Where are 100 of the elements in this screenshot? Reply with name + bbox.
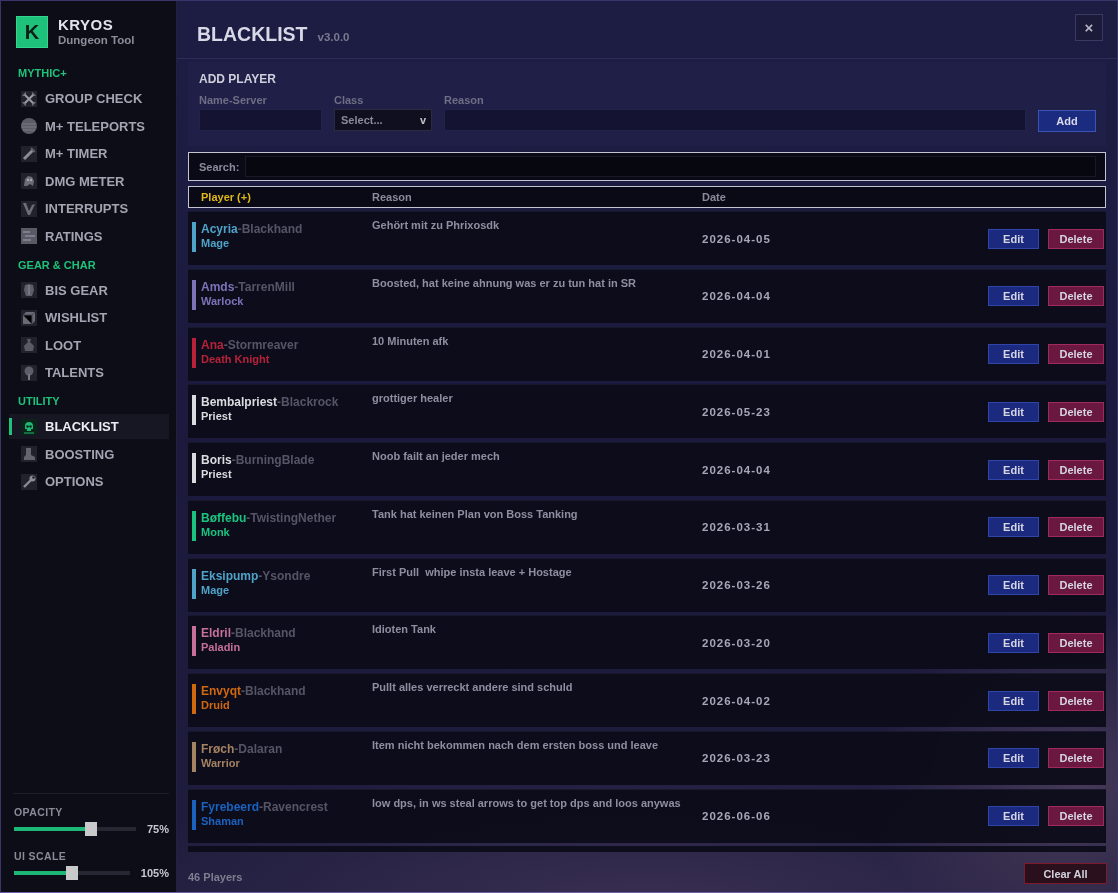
reason-text: Idioten Tank [372, 623, 437, 637]
boot-icon [21, 446, 37, 462]
edit-button[interactable]: Edit [988, 806, 1039, 826]
player-name: Acyria-Blackhand [201, 222, 304, 236]
player-count: 46 Players [188, 870, 243, 884]
field-label: Class [334, 93, 365, 107]
date-text: 2026-03-31 [702, 520, 772, 535]
edit-button[interactable]: Edit [988, 459, 1039, 480]
player-name: Amds-TarrenMill [201, 279, 296, 294]
edit-button[interactable]: Edit [988, 517, 1039, 538]
player-name: Boris-BurningBlade [201, 453, 316, 467]
date-text: 2026-04-02 [702, 693, 772, 708]
nav-item[interactable]: RATINGS [9, 223, 169, 249]
player-name: Envyqt-Blackhand [201, 684, 307, 698]
player-name: Bøffebu-TwistingNether [201, 510, 338, 525]
delete-button[interactable]: Delete [1048, 228, 1104, 249]
edit-button[interactable]: Edit [988, 632, 1039, 653]
edit-button[interactable]: Edit [988, 748, 1039, 769]
player-name: Eldril-Blackhand [201, 626, 297, 641]
skull-icon [21, 418, 37, 435]
slider-label: UI SCALE [14, 849, 68, 863]
delete-button[interactable]: Delete [1048, 344, 1104, 364]
column-header[interactable]: Reason [372, 191, 702, 203]
text-field[interactable] [199, 109, 322, 131]
edit-button[interactable]: Edit [988, 690, 1039, 711]
edit-button[interactable]: Edit [988, 344, 1039, 364]
chest-icon [21, 309, 37, 326]
player-class: Mage [201, 237, 231, 250]
nav-item[interactable]: M+ TIMER [9, 141, 169, 166]
delete-button[interactable]: Delete [1048, 401, 1104, 422]
date-text: 2026-04-04 [702, 462, 772, 477]
reason-text: Noob failt an jeder mech [372, 450, 501, 463]
player-class: Warlock [201, 294, 245, 308]
column-header[interactable]: Date [702, 191, 1105, 203]
sack-icon [21, 337, 37, 353]
nav-item[interactable]: BIS GEAR [9, 277, 169, 303]
edit-button[interactable]: Edit [988, 286, 1039, 307]
blade-icon [21, 145, 37, 162]
player-class: Paladin [201, 641, 242, 655]
delete-button[interactable]: Delete [1048, 748, 1104, 769]
nav-item[interactable]: M+ TELEPORTS [9, 113, 169, 139]
nav-item[interactable]: BOOSTING [9, 441, 169, 467]
page-title: BLACKLIST [197, 22, 308, 46]
reason-text: low dps, in ws steal arrows to get top dps and loos anywas [372, 796, 682, 810]
reason-text: First Pull whipe insta leave + Hostage [372, 565, 573, 579]
reason-text: Gehört mit zu Phrixosdk [372, 219, 501, 232]
date-text: 2026-04-04 [702, 289, 772, 304]
edit-button[interactable]: Edit [988, 228, 1039, 249]
delete-button[interactable]: Delete [1048, 575, 1104, 595]
clear-all-button[interactable]: Clear All [1024, 863, 1107, 884]
text-field[interactable] [444, 109, 1026, 131]
date-text: 2026-03-23 [702, 751, 772, 766]
player-class: Warrior [201, 756, 241, 770]
slider-label: OPACITY [14, 805, 64, 819]
player-name: Fyrebeerd-Ravencrest [201, 799, 329, 814]
edit-button[interactable]: Edit [988, 575, 1039, 595]
reason-text: Pullt alles verreckt andere sind schuld [372, 681, 574, 694]
player-class: Monk [201, 525, 231, 539]
field-label: Name-Server [199, 93, 268, 107]
delete-button[interactable]: Delete [1048, 690, 1104, 711]
player-class: Death Knight [201, 352, 271, 366]
date-text: 2026-04-01 [702, 347, 772, 361]
player-name: Ana-Stormreaver [201, 337, 300, 352]
caret-icon: v [419, 114, 426, 126]
nav-item[interactable]: DMG METER [9, 168, 169, 194]
add-button[interactable]: Add [1038, 110, 1096, 132]
nav-item[interactable]: OPTIONS [9, 469, 169, 494]
date-text: 2026-03-20 [702, 635, 772, 650]
delete-button[interactable]: Delete [1048, 286, 1104, 307]
app-subtitle: Dungeon Tool [58, 33, 135, 47]
slider-thumb[interactable] [84, 822, 97, 836]
close-button[interactable]: × [1075, 14, 1103, 41]
tree-icon [21, 364, 37, 381]
nav-item[interactable]: GROUP CHECK [9, 86, 169, 111]
nav-item[interactable]: LOOT [9, 332, 169, 358]
nav-item[interactable]: WISHLIST [9, 305, 169, 330]
section-heading: MYTHIC+ [18, 66, 68, 80]
player-name: Frøch-Dalaran [201, 741, 284, 756]
slider-thumb[interactable] [65, 866, 78, 880]
panel-title: ADD PLAYER [199, 72, 277, 86]
wrench-icon [21, 473, 37, 490]
edit-button[interactable]: Edit [988, 401, 1039, 422]
search-label: Search: [199, 160, 240, 173]
delete-button[interactable]: Delete [1048, 806, 1104, 826]
delete-button[interactable]: Delete [1048, 517, 1104, 538]
armor-icon [21, 282, 37, 298]
delete-button[interactable]: Delete [1048, 459, 1104, 480]
date-text: 2026-03-26 [702, 578, 772, 592]
delete-button[interactable]: Delete [1048, 632, 1104, 653]
section-heading: GEAR & CHAR [18, 257, 97, 272]
class-dropdown[interactable]: Select... v [334, 109, 432, 131]
player-class: Mage [201, 583, 231, 597]
nav-item[interactable]: INTERRUPTS [9, 196, 169, 221]
disc-icon [21, 118, 37, 134]
player-name: Bembalpriest-Blackrock [201, 395, 340, 410]
reason-text: 10 Minuten afk [372, 334, 450, 348]
nav-item[interactable]: BLACKLIST [9, 414, 169, 439]
nav-item[interactable]: TALENTS [9, 360, 169, 385]
version-label: v3.0.0 [317, 31, 350, 43]
column-header[interactable]: Player (+) [201, 191, 372, 203]
